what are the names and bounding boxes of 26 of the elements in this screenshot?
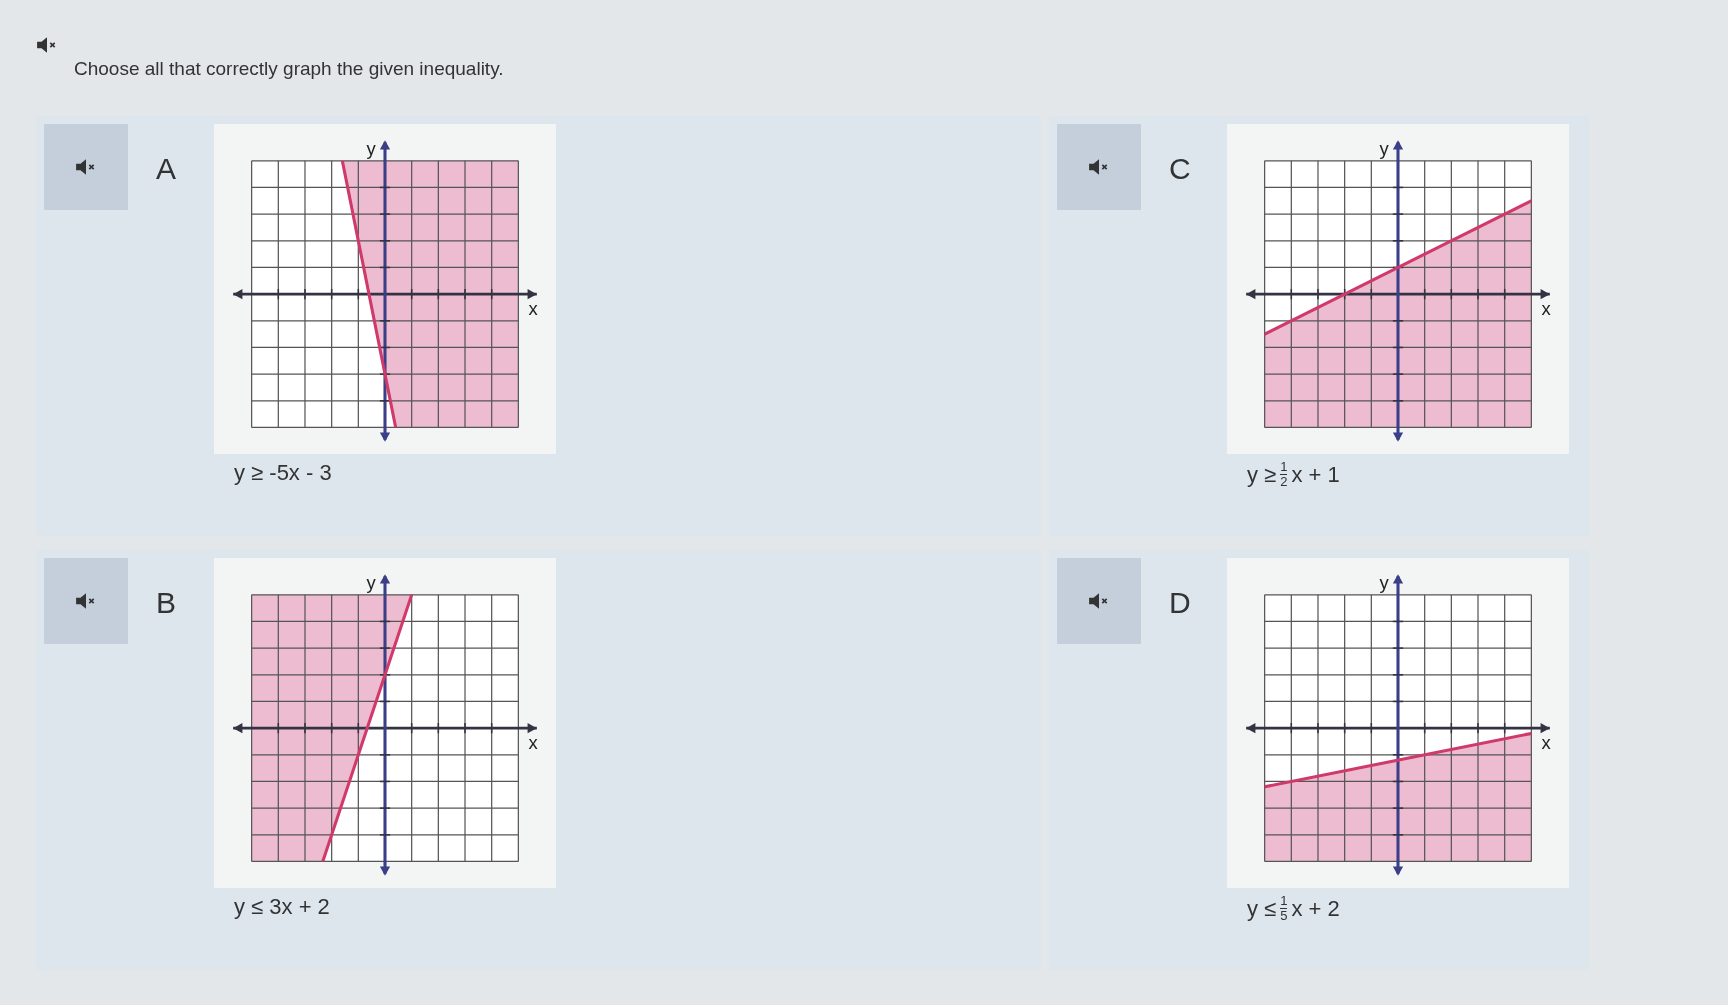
answer-option-card[interactable]: A x y y ≥ -5x - 3 — [36, 116, 1041, 536]
option-letter: A — [156, 152, 177, 186]
answer-option-card[interactable]: B x y y ≤ 3x + 2 — [36, 550, 1041, 970]
x-axis-label: x — [1541, 731, 1551, 753]
y-axis-label: y — [1379, 571, 1389, 593]
speaker-button[interactable] — [44, 124, 128, 210]
option-letter: C — [1169, 152, 1192, 186]
x-axis-label: x — [1541, 297, 1551, 319]
inequality-text: y ≤ 3x + 2 — [234, 894, 331, 920]
instruction-text: Choose all that correctly graph the given inequality. — [74, 58, 505, 80]
option-letter: B — [156, 586, 177, 620]
x-axis-label: x — [528, 297, 538, 319]
y-axis-label: y — [366, 571, 376, 593]
x-axis-label: x — [528, 731, 538, 753]
option-letter: D — [1169, 586, 1192, 620]
y-axis-label: y — [366, 137, 376, 159]
speaker-button[interactable] — [1057, 124, 1141, 210]
speaker-icon — [1088, 158, 1110, 176]
speaker-icon — [75, 158, 97, 176]
speaker-icon — [75, 592, 97, 610]
y-axis-label: y — [1379, 137, 1389, 159]
speaker-icon[interactable] — [36, 36, 58, 54]
speaker-button[interactable] — [1057, 558, 1141, 644]
inequality-text: y ≥ -5x - 3 — [234, 460, 333, 486]
speaker-icon — [1088, 592, 1110, 610]
speaker-button[interactable] — [44, 558, 128, 644]
